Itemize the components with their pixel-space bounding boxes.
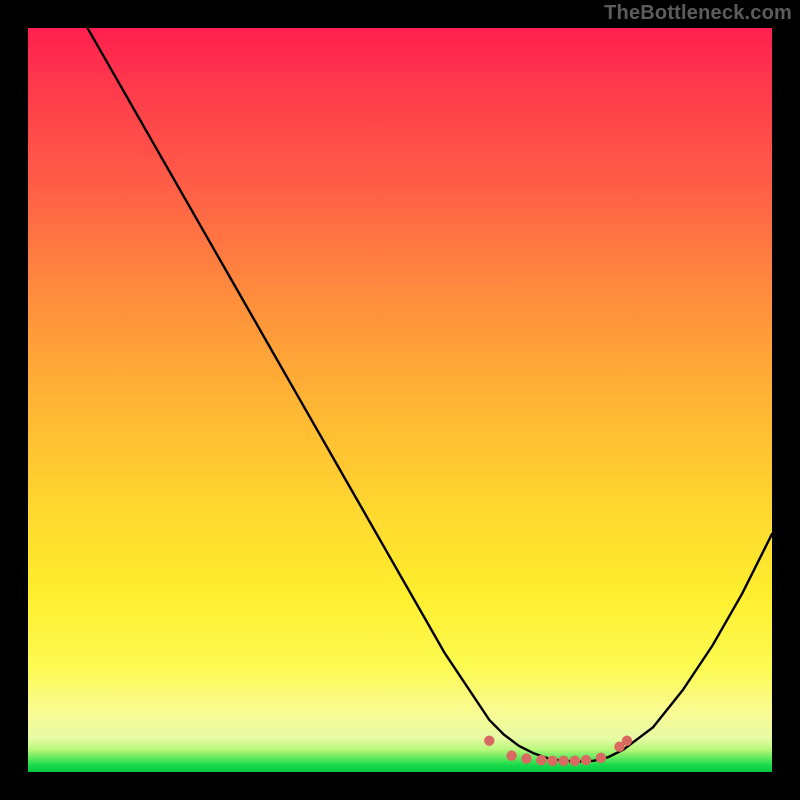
plot-gradient-background <box>28 28 772 772</box>
watermark-text: TheBottleneck.com <box>604 2 792 25</box>
chart-frame: TheBottleneck.com <box>0 0 800 800</box>
